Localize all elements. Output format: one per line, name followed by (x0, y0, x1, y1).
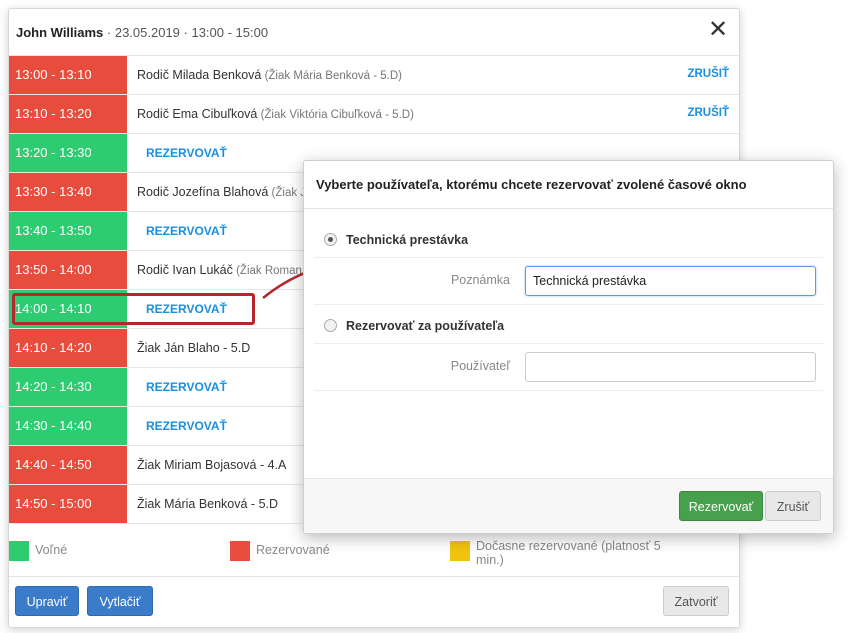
slot-time: 13:50 - 14:00 (9, 251, 127, 289)
slot-description: Žiak Mária Benková - 5.D (137, 485, 278, 523)
close-icon[interactable]: ✕ (707, 18, 729, 42)
note-input[interactable] (525, 266, 816, 296)
user-input[interactable] (525, 352, 816, 382)
legend-swatch-reserved (230, 541, 250, 561)
slot-time: 14:40 - 14:50 (9, 446, 127, 484)
dialog-body: Technická prestávka Poznámka Rezervovať … (304, 209, 833, 479)
user-field-row: Používateľ (314, 343, 823, 391)
slot-time: 14:10 - 14:20 (9, 329, 127, 367)
slot-description: Rodič Jozefína Blahová (Žiak J (137, 173, 306, 212)
dialog-title: Vyberte používateľa, ktorému chcete reze… (316, 177, 747, 192)
note-field-row: Poznámka (314, 257, 823, 305)
cancel-link[interactable]: ZRUŠIŤ (687, 56, 729, 92)
legend-label-free: Voľné (35, 543, 68, 557)
reserve-button[interactable]: Rezervovať (679, 491, 763, 521)
slot-description: Žiak Ján Blaho - 5.D (137, 329, 250, 367)
teacher-name: John Williams (16, 25, 104, 40)
slot-time: 14:30 - 14:40 (9, 407, 127, 445)
slot-time: 13:40 - 13:50 (9, 212, 127, 250)
reserve-link[interactable]: REZERVOVAŤ (146, 368, 227, 406)
legend-label-temporary: Dočasne rezervované (platnosť 5 min.) (476, 539, 661, 567)
slot-person: Rodič Milada Benková (137, 68, 262, 82)
slot-time: 14:50 - 15:00 (9, 485, 127, 523)
radio-user-label: Rezervovať za používateľa (346, 319, 505, 333)
panel-footer: Upraviť Vytlačiť Zatvoriť (9, 576, 739, 627)
close-button[interactable]: Zatvoriť (663, 586, 729, 616)
slot-description: Žiak Miriam Bojasová - 4.A (137, 446, 286, 484)
panel-title: John Williams · 23.05.2019 · 13:00 - 15:… (16, 25, 268, 40)
slot-person: Rodič Ema Cibuľková (137, 107, 258, 121)
reservation-dialog: Vyberte používateľa, ktorému chcete reze… (303, 160, 834, 534)
slot-note: (Žiak Mária Benková - 5.D) (261, 70, 402, 82)
slot-time: 13:20 - 13:30 (9, 134, 127, 172)
user-label: Používateľ (450, 359, 510, 373)
slot-row: 13:00 - 13:10 Rodič Milada Benková (Žiak… (9, 56, 739, 95)
print-button[interactable]: Vytlačiť (87, 586, 153, 616)
note-label: Poznámka (450, 273, 510, 287)
panel-header: John Williams · 23.05.2019 · 13:00 - 15:… (9, 9, 739, 56)
legend: Voľné Rezervované Dočasne rezervované (p… (9, 539, 739, 579)
edit-button[interactable]: Upraviť (15, 586, 79, 616)
slot-time: 13:30 - 13:40 (9, 173, 127, 211)
slot-time: 13:00 - 13:10 (9, 56, 127, 94)
slot-person: Žiak Ján Blaho - 5.D (137, 341, 251, 355)
reserve-link[interactable]: REZERVOVAŤ (146, 407, 227, 445)
slot-person: Rodič Jozefína Blahová (137, 185, 269, 199)
legend-swatch-temporary (450, 541, 470, 561)
legend-swatch-free (9, 541, 29, 561)
radio-break-label: Technická prestávka (346, 233, 469, 247)
slot-person: Žiak Mária Benková - 5.D (137, 497, 279, 511)
slot-time: 14:20 - 14:30 (9, 368, 127, 406)
cancel-button[interactable]: Zrušiť (765, 491, 821, 521)
cancel-link[interactable]: ZRUŠIŤ (687, 95, 729, 131)
slot-time: 13:10 - 13:20 (9, 95, 127, 133)
dialog-header: Vyberte používateľa, ktorému chcete reze… (304, 161, 833, 209)
date-time-range: · 23.05.2019 · 13:00 - 15:00 (103, 25, 269, 40)
slot-person: Žiak Miriam Bojasová - 4.A (137, 458, 287, 472)
slot-person: Rodič Ivan Lukáč (137, 263, 233, 277)
slot-note: (Žiak J (268, 187, 307, 199)
reserve-link[interactable]: REZERVOVAŤ (146, 212, 227, 250)
selected-slot-highlight (12, 293, 255, 325)
slot-note: (Žiak Viktória Cibuľková - 5.D) (257, 109, 414, 121)
legend-label-reserved: Rezervované (256, 543, 330, 557)
slot-description: Rodič Milada Benková (Žiak Mária Benková… (137, 56, 402, 95)
reserve-link[interactable]: REZERVOVAŤ (146, 134, 227, 172)
slot-description: Rodič Ema Cibuľková (Žiak Viktória Cibuľ… (137, 95, 414, 134)
radio-break[interactable] (324, 233, 337, 246)
dialog-footer: Rezervovať Zrušiť (304, 478, 833, 533)
radio-user[interactable] (324, 319, 337, 332)
slot-row: 13:10 - 13:20 Rodič Ema Cibuľková (Žiak … (9, 95, 739, 134)
